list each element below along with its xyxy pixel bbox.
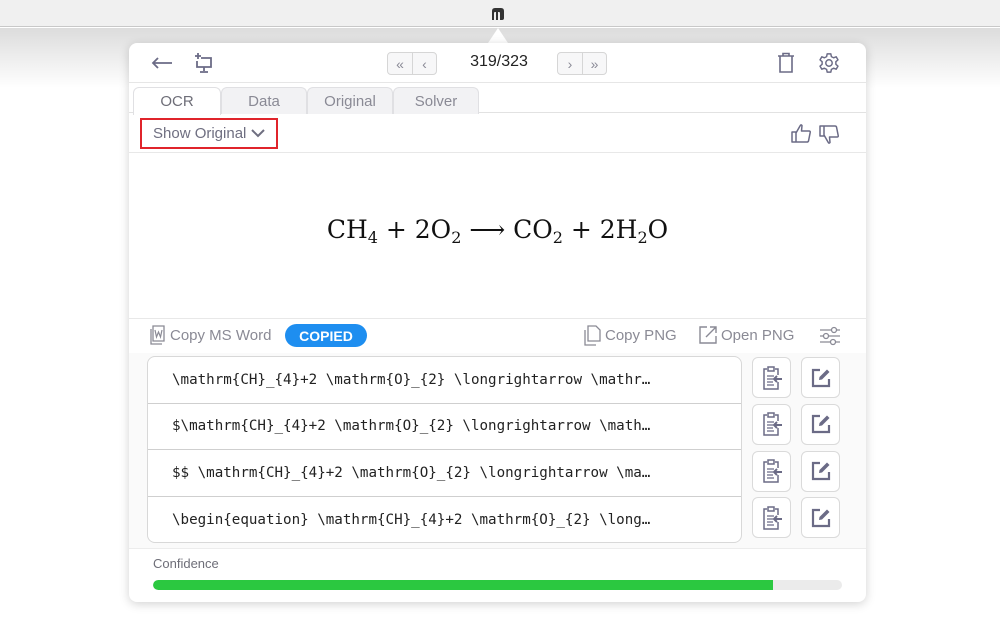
clipboard-insert-icon	[762, 365, 782, 390]
tab-ocr[interactable]: OCR	[133, 87, 221, 115]
edit-icon	[811, 368, 830, 387]
copy-ms-word-button[interactable]: Copy MS Word	[149, 325, 271, 345]
chevron-right-icon: ›	[567, 55, 573, 72]
copy-png-button[interactable]: Copy PNG	[583, 325, 677, 346]
settings-button[interactable]	[817, 51, 841, 75]
double-chevron-right-icon: »	[590, 55, 599, 72]
copy-format-button[interactable]	[752, 403, 791, 445]
format-row-equation-env[interactable]: \begin{equation} \mathrm{CH}_{4}+2 \math…	[148, 497, 741, 543]
app-logo-icon[interactable]	[489, 5, 507, 23]
screen-capture-icon	[195, 53, 212, 73]
double-chevron-left-icon: «	[396, 55, 404, 72]
copy-format-button[interactable]	[752, 497, 791, 539]
show-original-label: Show Original	[153, 125, 247, 142]
open-png-button[interactable]: Open PNG	[698, 325, 794, 345]
copy-format-button[interactable]	[752, 357, 791, 398]
nav-back-group: « ‹	[387, 52, 437, 75]
tab-label: Original	[324, 92, 376, 110]
edit-icon	[811, 461, 830, 481]
confidence-bar-fill	[153, 580, 774, 590]
thumbs-down-button[interactable]	[817, 123, 841, 147]
arrow-left-icon	[151, 57, 172, 69]
thumbs-down-icon	[819, 125, 839, 144]
tab-solver[interactable]: Solver	[393, 87, 479, 114]
tab-label: Data	[248, 92, 280, 110]
clipboard-insert-icon	[762, 506, 782, 530]
sliders-icon	[820, 326, 840, 346]
edit-icon	[811, 508, 830, 527]
delete-button[interactable]	[775, 51, 797, 75]
edit-format-button[interactable]	[801, 403, 840, 445]
tab-bar: OCR Data Original Solver	[129, 83, 866, 115]
thumbs-up-icon	[791, 124, 811, 143]
page-counter: 319/323	[470, 53, 528, 70]
format-list: \mathrm{CH}_{4}+2 \mathrm{O}_{2} \longri…	[147, 356, 742, 543]
screen-capture-button[interactable]	[191, 51, 215, 75]
next-page-button[interactable]: ›	[558, 53, 582, 74]
format-settings-button[interactable]	[818, 325, 842, 347]
last-page-button[interactable]: »	[582, 53, 606, 74]
edit-format-button[interactable]	[801, 450, 840, 492]
back-button[interactable]	[149, 53, 175, 73]
confidence-label: Confidence	[153, 556, 219, 571]
show-original-dropdown[interactable]: Show Original	[140, 118, 278, 149]
show-original-bar: Show Original	[129, 113, 866, 153]
confidence-bar	[153, 580, 842, 590]
rendered-equation: CH4 + 2O2 ⟶ CO2 + 2H2O	[326, 215, 669, 247]
open-png-label: Open PNG	[721, 326, 795, 344]
chevron-left-icon: ‹	[422, 55, 427, 72]
tab-data[interactable]: Data	[221, 87, 307, 114]
latex-formats: \mathrm{CH}_{4}+2 \mathrm{O}_{2} \longri…	[129, 353, 866, 548]
tab-label: OCR	[160, 93, 194, 110]
edit-format-button[interactable]	[801, 497, 840, 539]
prev-page-button[interactable]: ‹	[412, 53, 436, 74]
tab-original[interactable]: Original	[307, 87, 393, 114]
edit-format-button[interactable]	[801, 357, 840, 398]
format-row-latex[interactable]: \mathrm{CH}_{4}+2 \mathrm{O}_{2} \longri…	[148, 357, 741, 404]
clipboard-insert-icon	[762, 459, 782, 483]
word-doc-icon	[150, 325, 165, 345]
rendered-equation-area: CH4 + 2O2 ⟶ CO2 + 2H2O	[129, 153, 866, 319]
thumbs-up-button[interactable]	[789, 121, 813, 145]
external-link-icon	[699, 326, 717, 344]
format-row-inline-math[interactable]: $\mathrm{CH}_{4}+2 \mathrm{O}_{2} \longr…	[148, 404, 741, 450]
chevron-down-icon	[251, 129, 266, 138]
copied-badge: COPIED	[285, 324, 367, 347]
nav-forward-group: › »	[557, 52, 607, 75]
confidence-section: Confidence	[129, 548, 866, 602]
gear-icon	[819, 53, 839, 73]
edit-icon	[811, 415, 830, 434]
tab-label: Solver	[414, 92, 458, 110]
copy-ms-word-label: Copy MS Word	[170, 326, 272, 344]
format-row-display-math[interactable]: $$ \mathrm{CH}_{4}+2 \mathrm{O}_{2} \lon…	[148, 450, 741, 497]
trash-icon	[778, 52, 794, 73]
copy-icon	[584, 325, 601, 346]
toolbar: « ‹ 319/323 › »	[129, 43, 866, 83]
clipboard-insert-icon	[762, 412, 782, 436]
popup-arrow	[488, 28, 508, 43]
mathpix-panel: « ‹ 319/323 › » OCR Data Original Solver	[129, 43, 866, 602]
first-page-button[interactable]: «	[388, 53, 412, 74]
copy-png-label: Copy PNG	[605, 327, 677, 344]
action-bar: Copy MS Word COPIED Copy PNG Open PNG	[129, 319, 866, 353]
copy-format-button[interactable]	[752, 450, 791, 492]
